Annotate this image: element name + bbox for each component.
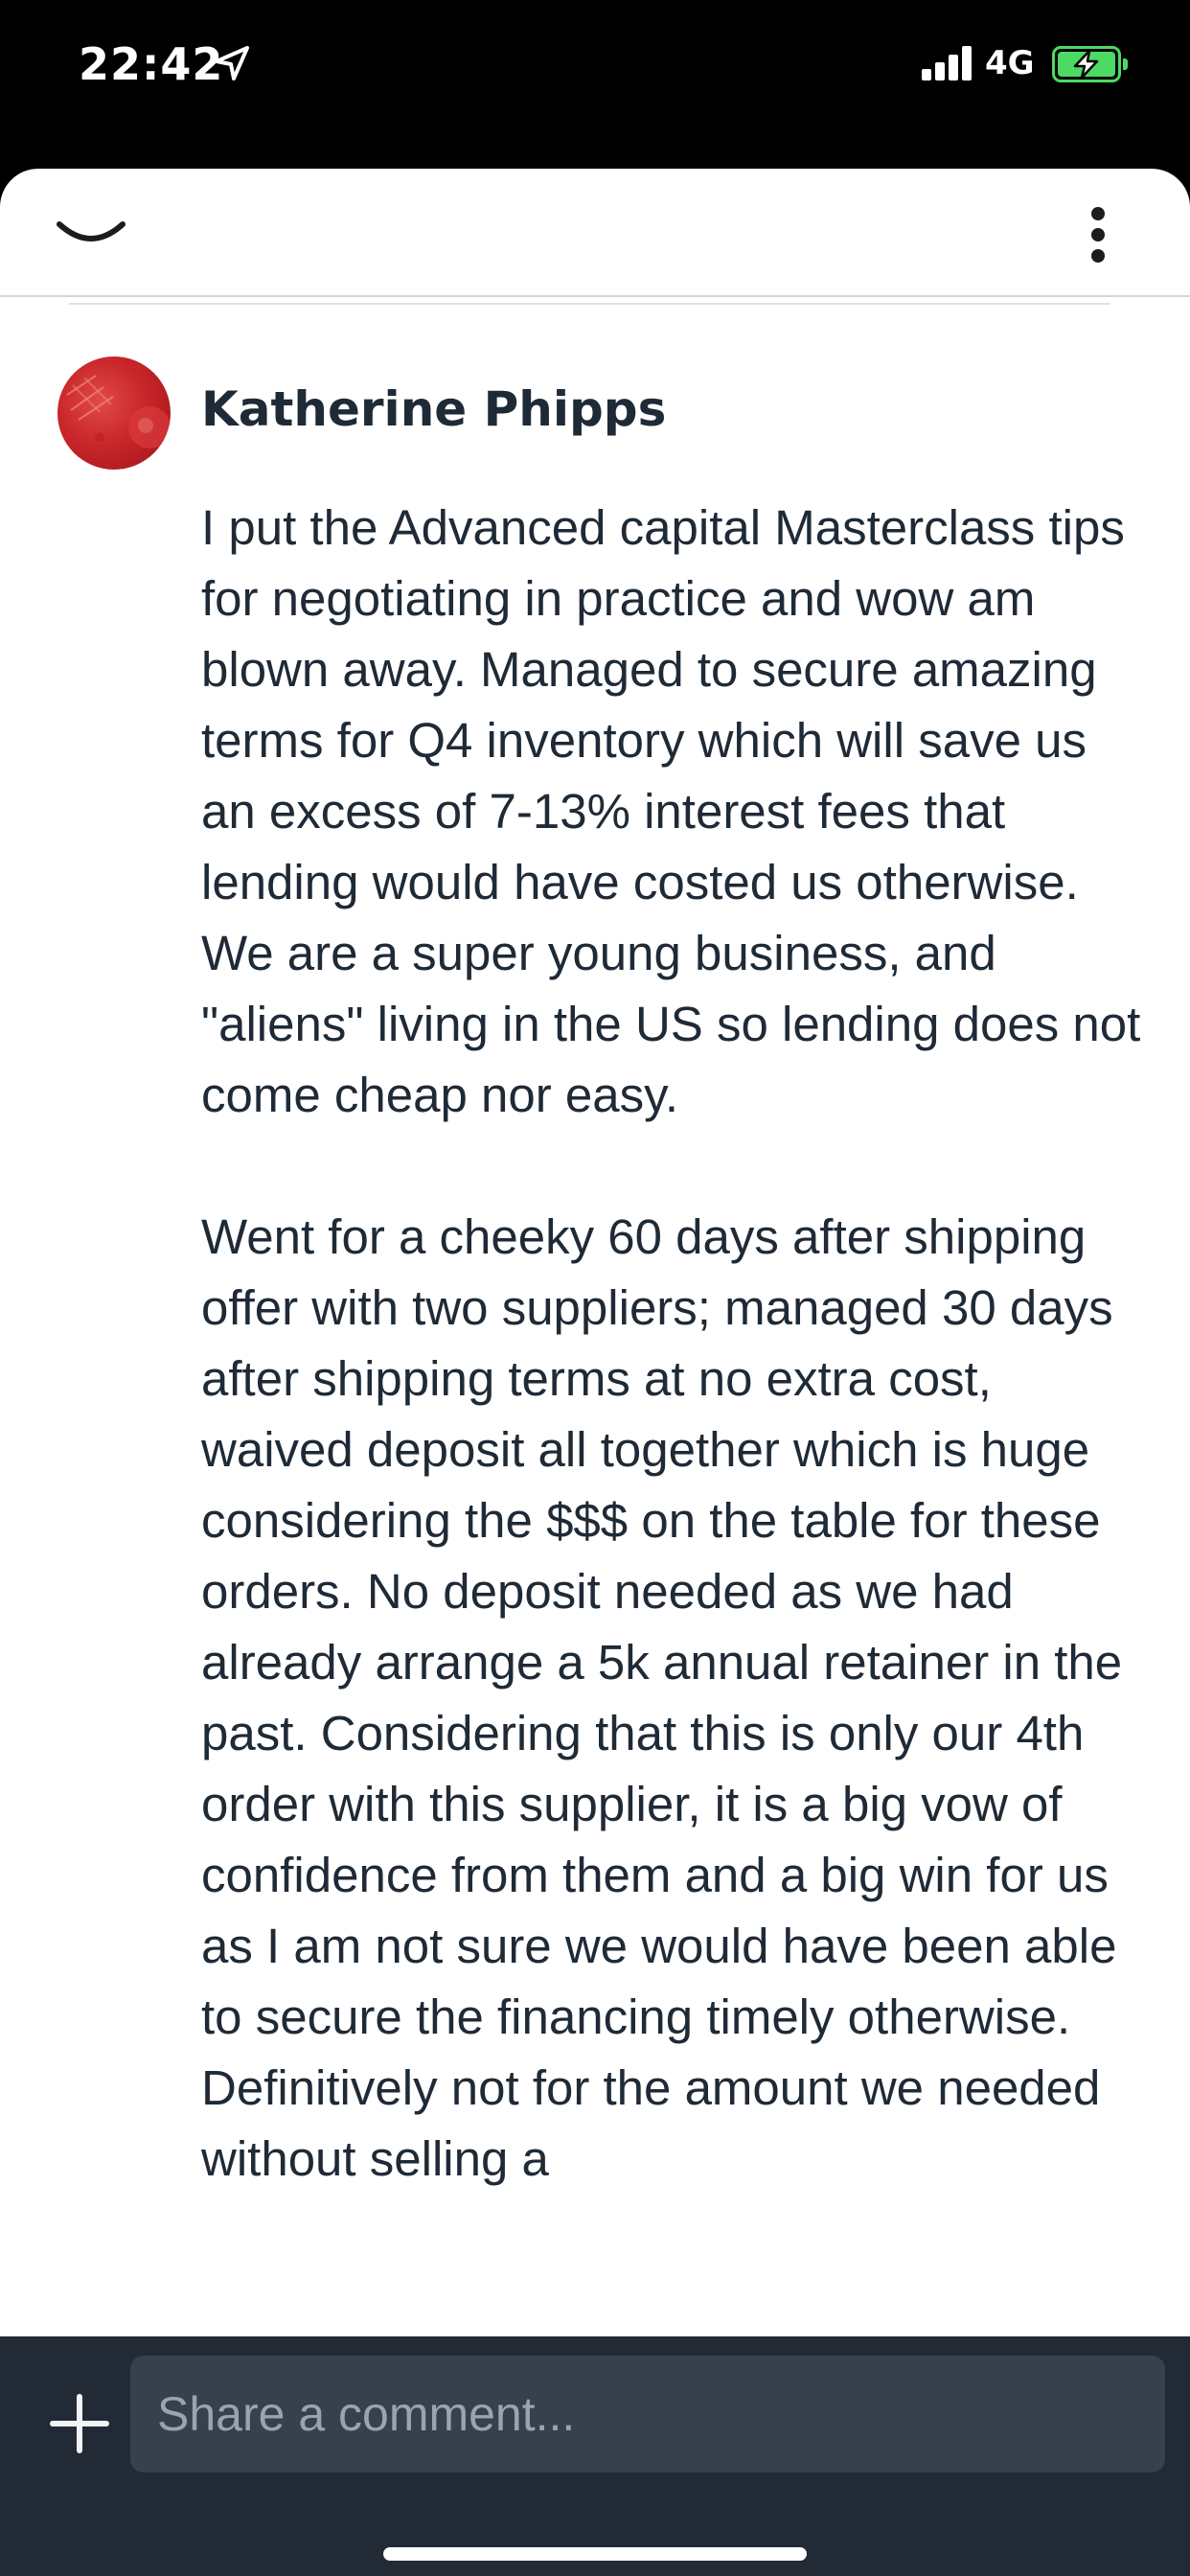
avatar[interactable] (57, 356, 171, 470)
sheet-header (0, 169, 1190, 297)
home-indicator (383, 2547, 807, 2561)
comment-composer (0, 2336, 1190, 2576)
location-arrow-icon (215, 46, 249, 80)
comment-input[interactable] (130, 2356, 1165, 2472)
author-name[interactable]: Katherine Phipps (201, 381, 666, 437)
battery-charging-icon (1052, 46, 1129, 82)
status-time: 22:42 (79, 38, 224, 90)
signal-bars-icon (922, 46, 973, 80)
network-type: 4G (985, 44, 1035, 82)
more-vertical-icon[interactable] (1079, 205, 1117, 264)
comment-sheet: Katherine Phipps I put the Advanced capi… (0, 169, 1190, 2576)
plus-icon[interactable] (50, 2394, 109, 2453)
comment-body: I put the Advanced capital Masterclass t… (201, 493, 1150, 2266)
comment-paragraph: Went for a cheeky 60 days after shipping… (201, 1209, 1123, 2186)
chevron-down-icon[interactable] (56, 215, 126, 257)
comment-paragraph: I put the Advanced capital Masterclass t… (201, 500, 1141, 1122)
divider (69, 303, 1110, 305)
status-bar: 22:42 4G (0, 0, 1190, 169)
